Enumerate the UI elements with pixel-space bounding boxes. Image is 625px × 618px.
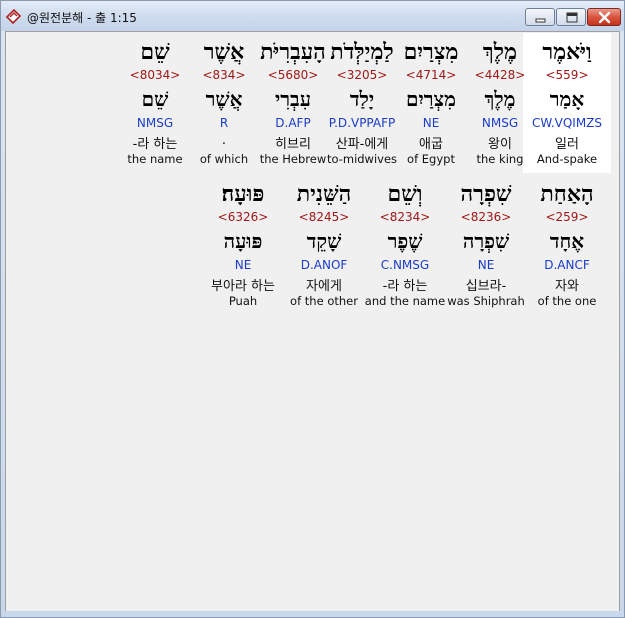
hebrew-lemma: יָלַד xyxy=(349,87,375,111)
hebrew-lemma: אֲשֶׁר xyxy=(205,87,243,111)
parsing-code: NE xyxy=(477,258,495,272)
hebrew-lemma: מִצְרַיִם xyxy=(406,87,456,111)
parsing-code: NMSG xyxy=(136,116,174,130)
parsing-code: R xyxy=(219,116,229,130)
strong-number: <834> xyxy=(202,68,246,82)
english-gloss: And-spake xyxy=(536,152,598,166)
english-gloss: the name xyxy=(127,152,183,166)
window-title: @원전분해 - 출 1:15 xyxy=(27,11,137,25)
english-gloss: was Shiphrah xyxy=(447,294,525,308)
hebrew-lemma: אֶחָד xyxy=(549,229,585,253)
english-gloss: to-midwives xyxy=(326,152,398,166)
english-gloss: the king xyxy=(476,152,524,166)
strong-number: <4714> xyxy=(405,68,457,82)
parsing-code: C.NMSG xyxy=(380,258,430,272)
hebrew-lemma: שָׁקֵד xyxy=(306,229,342,253)
english-gloss: of which xyxy=(199,152,249,166)
window-bottom-border xyxy=(5,611,620,615)
app-window: @원전분해 - 출 1:15 וַיֹּאמֶר <559> אָמַר CW.VQI… xyxy=(0,0,625,618)
english-gloss: of Egypt xyxy=(407,152,455,166)
analysis-pane: וַיֹּאמֶר <559> אָמַר CW.VQIMZS 일러 And-spake מ… xyxy=(5,31,620,613)
hebrew-word: מֶלֶךְ xyxy=(482,39,518,65)
hebrew-lemma: עִבְרִי xyxy=(274,87,312,111)
korean-gloss: 산파-에게 xyxy=(335,137,389,152)
korean-gloss: -라 하는 xyxy=(132,137,178,152)
parsing-code: NE xyxy=(234,258,252,272)
strong-number: <5680> xyxy=(267,68,319,82)
hebrew-word: פּוּעָה׃ xyxy=(221,181,265,207)
hebrew-lemma: שֶׁפֶר xyxy=(387,229,423,253)
korean-gloss: 왕이 xyxy=(488,137,512,152)
hebrew-word: הָעִבְרִיֹּת xyxy=(260,39,326,65)
strong-number: <8234> xyxy=(379,210,431,224)
hebrew-lemma: אָמַר xyxy=(549,87,585,111)
parsing-code: NMSG xyxy=(481,116,519,130)
close-icon xyxy=(598,11,611,24)
parsing-code: P.D.VPPAFP xyxy=(328,116,396,130)
title-bar[interactable]: @원전분해 - 출 1:15 xyxy=(1,1,624,31)
maximize-icon xyxy=(566,12,578,23)
word-cell[interactable]: מֶלֶךְ <4428> מֶלֶךְ NMSG 왕이 the king xyxy=(464,33,536,173)
hebrew-word: וְשֵׁם xyxy=(387,181,423,207)
hebrew-word: שִׁפְרָה xyxy=(460,181,512,207)
strong-number: <4428> xyxy=(474,68,526,82)
korean-gloss: 자에게 xyxy=(306,279,342,294)
hebrew-word: הָאַחַת xyxy=(540,181,594,207)
word-cell[interactable]: לַמְיַלְּדֹת <3205> יָלַד P.D.VPPAFP 산파-에게 to… xyxy=(326,33,398,173)
word-cell[interactable]: אֲשֶׁר <834> אֲשֶׁר R. of which xyxy=(188,33,260,173)
korean-gloss: 부아라 하는 xyxy=(211,279,275,294)
word-cell[interactable]: שֵׁם <8034> שֵׁם NMSG -라 하는 the name xyxy=(119,33,191,173)
word-cell[interactable]: הָעִבְרִיֹּת <5680> עִבְרִי D.AFP 히브리 the Heb… xyxy=(257,33,329,173)
word-cell[interactable]: וַיֹּאמֶר <559> אָמַר CW.VQIMZS 일러 And-spake xyxy=(523,33,611,173)
strong-number: <559> xyxy=(545,68,589,82)
strong-number: <6326> xyxy=(217,210,269,224)
korean-gloss: . xyxy=(221,133,227,148)
strong-number: <8245> xyxy=(298,210,350,224)
hebrew-word: מִצְרַיִם xyxy=(403,39,459,65)
parsing-code: D.ANOF xyxy=(300,258,348,272)
korean-gloss: 십브라- xyxy=(465,279,507,294)
parsing-code: NE xyxy=(422,116,440,130)
word-cell[interactable]: פּוּעָה׃ <6326> פּוּעָה NE 부아라 하는 Puah xyxy=(201,175,285,315)
word-cell[interactable]: וְשֵׁם <8234> שֶׁפֶר C.NMSG -라 하는 and the nam… xyxy=(363,175,447,315)
word-cell[interactable]: הָאַחַת <259> אֶחָד D.ANCF 자와 of the one xyxy=(525,175,609,315)
hebrew-word: לַמְיַלְּדֹת xyxy=(330,39,394,65)
minimize-button[interactable] xyxy=(525,8,555,26)
close-button[interactable] xyxy=(587,8,621,26)
hebrew-word: הַשֵּׁנִית xyxy=(296,181,352,207)
english-gloss: the Hebrew xyxy=(259,152,327,166)
korean-gloss: 자와 xyxy=(555,279,579,294)
korean-gloss: 애굽 xyxy=(419,137,443,152)
word-cell[interactable]: הַשֵּׁנִית <8245> שָׁקֵד D.ANOF 자에게 of the ot… xyxy=(282,175,366,315)
hebrew-lemma: שֵׁם xyxy=(141,87,169,111)
english-gloss: of the other xyxy=(290,294,358,308)
korean-gloss: 일러 xyxy=(555,137,579,152)
strong-number: <8034> xyxy=(129,68,181,82)
maximize-button[interactable] xyxy=(556,8,586,26)
korean-gloss: -라 하는 xyxy=(382,279,428,294)
hebrew-lemma: שִׁפְרָה xyxy=(462,229,510,253)
strong-number: <259> xyxy=(545,210,589,224)
hebrew-word: אֲשֶׁר xyxy=(203,39,245,65)
parsing-code: CW.VQIMZS xyxy=(531,116,603,130)
english-gloss: and the name xyxy=(364,294,446,308)
korean-gloss: 히브리 xyxy=(275,137,311,152)
minimize-icon xyxy=(535,18,546,23)
parsing-code: D.ANCF xyxy=(544,258,590,272)
english-gloss: Puah xyxy=(228,294,258,308)
word-cell[interactable]: שִׁפְרָה <8236> שִׁפְרָה NE 십브라-was Shiphrah xyxy=(444,175,528,315)
strong-number: <8236> xyxy=(460,210,512,224)
parsing-code: D.AFP xyxy=(275,116,311,130)
app-logo-icon xyxy=(5,8,22,24)
hebrew-lemma: פּוּעָה xyxy=(223,229,263,253)
strong-number: <3205> xyxy=(336,68,388,82)
english-gloss: of the one xyxy=(537,294,597,308)
word-cell[interactable]: מִצְרַיִם <4714> מִצְרַיִם NE 애굽 of Egypt xyxy=(395,33,467,173)
hebrew-word: שֵׁם xyxy=(140,39,170,65)
hebrew-lemma: מֶלֶךְ xyxy=(484,87,516,111)
hebrew-word: וַיֹּאמֶר xyxy=(542,39,592,65)
